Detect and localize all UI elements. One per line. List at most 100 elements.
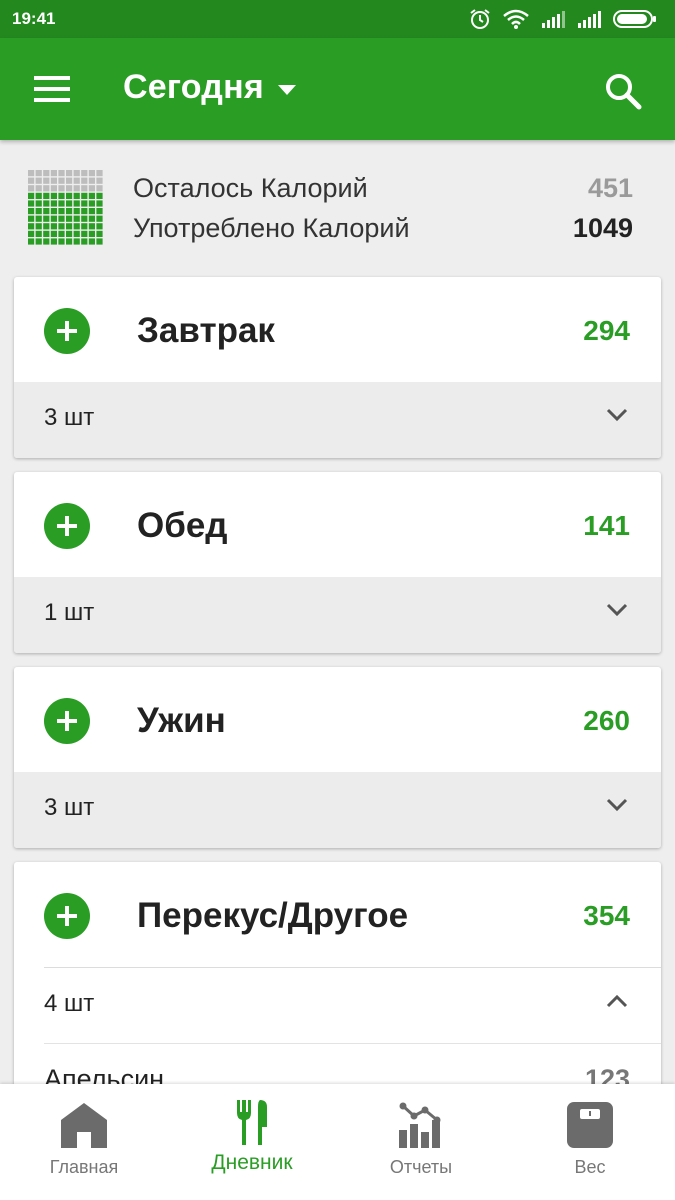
meal-items-toggle[interactable]: 3 шт bbox=[14, 382, 661, 458]
grid-cell-empty bbox=[43, 185, 50, 192]
nav-home[interactable]: Главная bbox=[0, 1084, 168, 1200]
battery-icon bbox=[613, 10, 656, 28]
grid-cell-filled bbox=[66, 192, 73, 199]
grid-cell-filled bbox=[58, 200, 65, 207]
meal-header[interactable]: Завтрак 294 bbox=[14, 277, 661, 382]
grid-cell-empty bbox=[81, 170, 88, 177]
grid-cell-empty bbox=[28, 185, 35, 192]
grid-cell-filled bbox=[28, 215, 35, 222]
grid-cell-empty bbox=[35, 170, 42, 177]
meal-header[interactable]: Перекус/Другое 354 bbox=[14, 862, 661, 967]
grid-cell-empty bbox=[81, 185, 88, 192]
grid-cell-empty bbox=[96, 170, 103, 177]
hamburger-menu-icon[interactable] bbox=[34, 75, 70, 103]
grid-cell-filled bbox=[35, 238, 42, 245]
date-selector[interactable]: Сегодня bbox=[123, 68, 296, 107]
grid-cell-filled bbox=[58, 223, 65, 230]
grid-cell-filled bbox=[66, 215, 73, 222]
grid-cell-filled bbox=[88, 230, 95, 237]
grid-cell-filled bbox=[58, 238, 65, 245]
meal-header[interactable]: Ужин 260 bbox=[14, 667, 661, 772]
reports-chart-icon bbox=[399, 1102, 441, 1148]
meal-item-count: 3 шт bbox=[44, 794, 95, 821]
meal-items-toggle[interactable]: 1 шт bbox=[14, 577, 661, 653]
grid-cell-filled bbox=[96, 208, 103, 215]
grid-cell-filled bbox=[50, 208, 57, 215]
grid-cell-filled bbox=[43, 200, 50, 207]
grid-cell-filled bbox=[50, 192, 57, 199]
grid-cell-filled bbox=[58, 230, 65, 237]
grid-cell-filled bbox=[50, 238, 57, 245]
grid-cell-empty bbox=[28, 177, 35, 184]
meal-name: Обед bbox=[137, 506, 228, 545]
grid-cell-empty bbox=[88, 177, 95, 184]
grid-cell-empty bbox=[88, 185, 95, 192]
grid-cell-empty bbox=[73, 185, 80, 192]
grid-cell-filled bbox=[35, 192, 42, 199]
grid-cell-filled bbox=[81, 208, 88, 215]
grid-cell-filled bbox=[28, 200, 35, 207]
grid-cell-filled bbox=[81, 223, 88, 230]
grid-cell-filled bbox=[28, 230, 35, 237]
meal-name: Завтрак bbox=[137, 311, 275, 350]
signal-icon bbox=[578, 11, 601, 28]
scale-icon bbox=[567, 1102, 613, 1148]
add-food-button[interactable] bbox=[44, 308, 90, 354]
home-icon bbox=[61, 1103, 107, 1148]
meal-calories: 354 bbox=[583, 900, 630, 931]
grid-cell-filled bbox=[35, 200, 42, 207]
meal-card-lunch: Обед 141 1 шт bbox=[14, 472, 661, 653]
add-food-button[interactable] bbox=[44, 503, 90, 549]
grid-cell-filled bbox=[73, 223, 80, 230]
grid-cell-empty bbox=[50, 185, 57, 192]
grid-cell-filled bbox=[66, 223, 73, 230]
grid-cell-filled bbox=[28, 208, 35, 215]
chevron-up-icon bbox=[606, 994, 628, 1008]
grid-cell-filled bbox=[28, 192, 35, 199]
nav-weight[interactable]: Вес bbox=[506, 1084, 674, 1200]
grid-cell-filled bbox=[88, 238, 95, 245]
grid-cell-filled bbox=[88, 208, 95, 215]
add-food-button[interactable] bbox=[44, 698, 90, 744]
grid-cell-filled bbox=[96, 192, 103, 199]
status-bar: 19:41 bbox=[0, 0, 675, 38]
grid-cell-empty bbox=[81, 177, 88, 184]
nav-reports[interactable]: Отчеты bbox=[337, 1084, 505, 1200]
app-bar: Сегодня bbox=[0, 38, 675, 140]
grid-cell-filled bbox=[28, 223, 35, 230]
meal-items-toggle[interactable]: 3 шт bbox=[14, 772, 661, 848]
grid-cell-filled bbox=[43, 208, 50, 215]
grid-cell-filled bbox=[35, 230, 42, 237]
grid-cell-filled bbox=[73, 200, 80, 207]
meal-name: Перекус/Другое bbox=[137, 896, 409, 935]
grid-cell-filled bbox=[96, 230, 103, 237]
consumed-calories-label: Употреблено Калорий bbox=[133, 213, 410, 243]
status-time: 19:41 bbox=[12, 9, 56, 28]
meal-items-toggle[interactable]: 4 шт bbox=[44, 967, 661, 1043]
meal-item-count: 1 шт bbox=[44, 599, 95, 626]
search-icon[interactable] bbox=[604, 72, 642, 110]
grid-cell-filled bbox=[88, 192, 95, 199]
grid-cell-filled bbox=[50, 200, 57, 207]
nav-diary[interactable]: Дневник bbox=[168, 1084, 336, 1200]
grid-cell-filled bbox=[81, 238, 88, 245]
nav-reports-label: Отчеты bbox=[389, 1157, 453, 1177]
grid-cell-filled bbox=[73, 215, 80, 222]
meal-header[interactable]: Обед 141 bbox=[14, 472, 661, 577]
remaining-calories-row: Осталось Калорий 451 bbox=[133, 173, 633, 204]
grid-cell-empty bbox=[88, 170, 95, 177]
grid-cell-filled bbox=[35, 208, 42, 215]
nav-diary-label: Дневник bbox=[211, 1151, 293, 1174]
add-food-button[interactable] bbox=[44, 893, 90, 939]
meal-card-dinner: Ужин 260 3 шт bbox=[14, 667, 661, 848]
calorie-summary: Осталось Калорий 451 Употреблено Калорий… bbox=[0, 140, 675, 274]
grid-cell-empty bbox=[28, 170, 35, 177]
grid-cell-empty bbox=[35, 185, 42, 192]
grid-cell-filled bbox=[73, 192, 80, 199]
grid-cell-filled bbox=[66, 238, 73, 245]
grid-cell-filled bbox=[58, 208, 65, 215]
wifi-icon bbox=[503, 9, 529, 29]
chevron-down-icon bbox=[606, 603, 628, 617]
nav-home-label: Главная bbox=[49, 1157, 119, 1177]
grid-cell-filled bbox=[96, 238, 103, 245]
